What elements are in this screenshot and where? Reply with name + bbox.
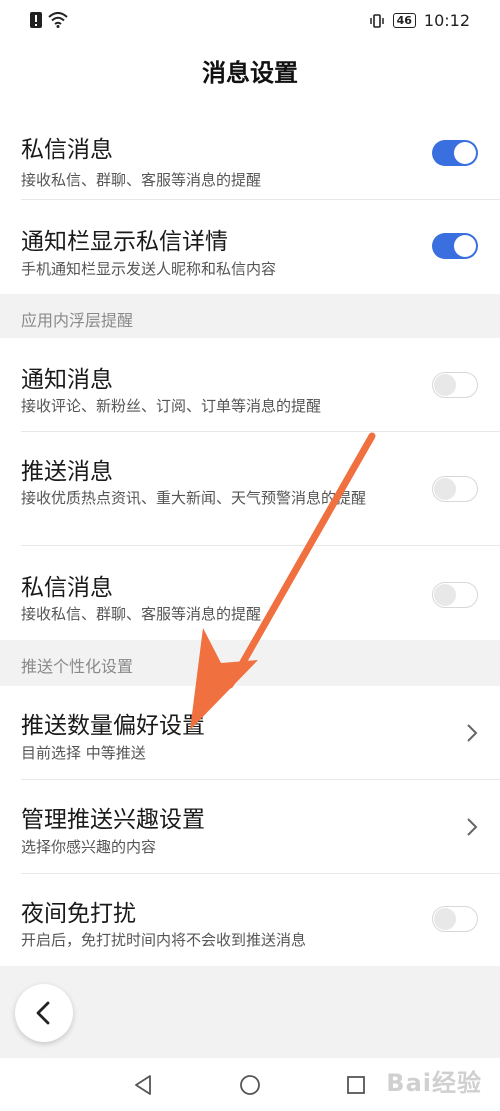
chevron-right-icon <box>467 724 478 742</box>
setting-row-push-interest[interactable]: 管理推送兴趣设置 选择你感兴趣的内容 <box>0 780 500 874</box>
wifi-icon <box>48 12 68 28</box>
toggle-knob <box>434 374 456 396</box>
header: 消息设置 <box>0 42 500 106</box>
toggle-switch[interactable] <box>432 906 478 932</box>
setting-title: 推送消息 <box>21 459 113 485</box>
setting-desc: 选择你感兴趣的内容 <box>21 838 157 856</box>
setting-desc: 目前选择 中等推送 <box>21 744 146 762</box>
setting-title: 通知栏显示私信详情 <box>21 229 228 255</box>
toggle-switch[interactable] <box>432 582 478 608</box>
setting-title: 夜间免打扰 <box>21 901 136 927</box>
toggle-knob <box>454 142 476 164</box>
setting-row-notification-detail[interactable]: 通知栏显示私信详情 手机通知栏显示发送人昵称和私信内容 <box>0 200 500 294</box>
setting-desc: 手机通知栏显示发送人昵称和私信内容 <box>21 260 277 278</box>
chevron-left-icon <box>36 1001 50 1025</box>
toggle-knob <box>434 584 456 606</box>
setting-desc: 接收私信、群聊、客服等消息的提醒 <box>21 171 262 189</box>
setting-row-push-message[interactable]: 推送消息 接收优质热点资讯、重大新闻、天气预警消息的提醒 <box>0 432 500 546</box>
setting-title: 推送数量偏好设置 <box>21 713 205 739</box>
setting-row-night-dnd[interactable]: 夜间免打扰 开启后，免打扰时间内将不会收到推送消息 <box>0 874 500 966</box>
toggle-knob <box>454 235 476 257</box>
battery-icon: 46 <box>392 13 416 28</box>
watermark: Bai经验 <box>386 1069 482 1097</box>
toggle-switch[interactable] <box>432 372 478 398</box>
setting-title: 私信消息 <box>21 575 113 601</box>
setting-desc: 接收优质热点资讯、重大新闻、天气预警消息的提醒 <box>21 489 367 507</box>
section-header-personalized: 推送个性化设置 <box>0 640 500 686</box>
setting-row-notify-message[interactable]: 通知消息 接收评论、新粉丝、订阅、订单等消息的提醒 <box>0 338 500 432</box>
setting-row-private-message[interactable]: 私信消息 接收私信、群聊、客服等消息的提醒 <box>0 106 500 200</box>
setting-title: 私信消息 <box>21 137 113 163</box>
toggle-knob <box>434 908 456 930</box>
vibrate-icon <box>369 13 384 28</box>
section-header-in-app: 应用内浮层提醒 <box>0 294 500 338</box>
setting-desc: 开启后，免打扰时间内将不会收到推送消息 <box>21 931 307 949</box>
setting-row-private-message-float[interactable]: 私信消息 接收私信、群聊、客服等消息的提醒 <box>0 546 500 640</box>
alert-icon <box>30 12 42 28</box>
setting-desc: 接收私信、群聊、客服等消息的提醒 <box>21 605 262 623</box>
setting-title: 通知消息 <box>21 367 113 393</box>
nav-recents-icon[interactable] <box>346 1075 366 1095</box>
toggle-switch[interactable] <box>432 476 478 502</box>
section-label: 推送个性化设置 <box>21 657 134 676</box>
clock: 10:12 <box>423 11 470 30</box>
nav-back-icon[interactable] <box>133 1074 153 1096</box>
setting-title: 管理推送兴趣设置 <box>21 807 205 833</box>
status-bar: 46 10:12 <box>0 0 500 42</box>
nav-home-icon[interactable] <box>239 1074 261 1096</box>
toggle-knob <box>434 478 456 500</box>
chevron-right-icon <box>467 818 478 836</box>
back-button[interactable] <box>15 984 73 1042</box>
setting-row-push-quantity[interactable]: 推送数量偏好设置 目前选择 中等推送 <box>0 686 500 780</box>
setting-desc: 接收评论、新粉丝、订阅、订单等消息的提醒 <box>21 397 322 415</box>
section-label: 应用内浮层提醒 <box>21 311 134 330</box>
page-title: 消息设置 <box>202 59 298 87</box>
toggle-switch[interactable] <box>432 233 478 259</box>
toggle-switch[interactable] <box>432 140 478 166</box>
